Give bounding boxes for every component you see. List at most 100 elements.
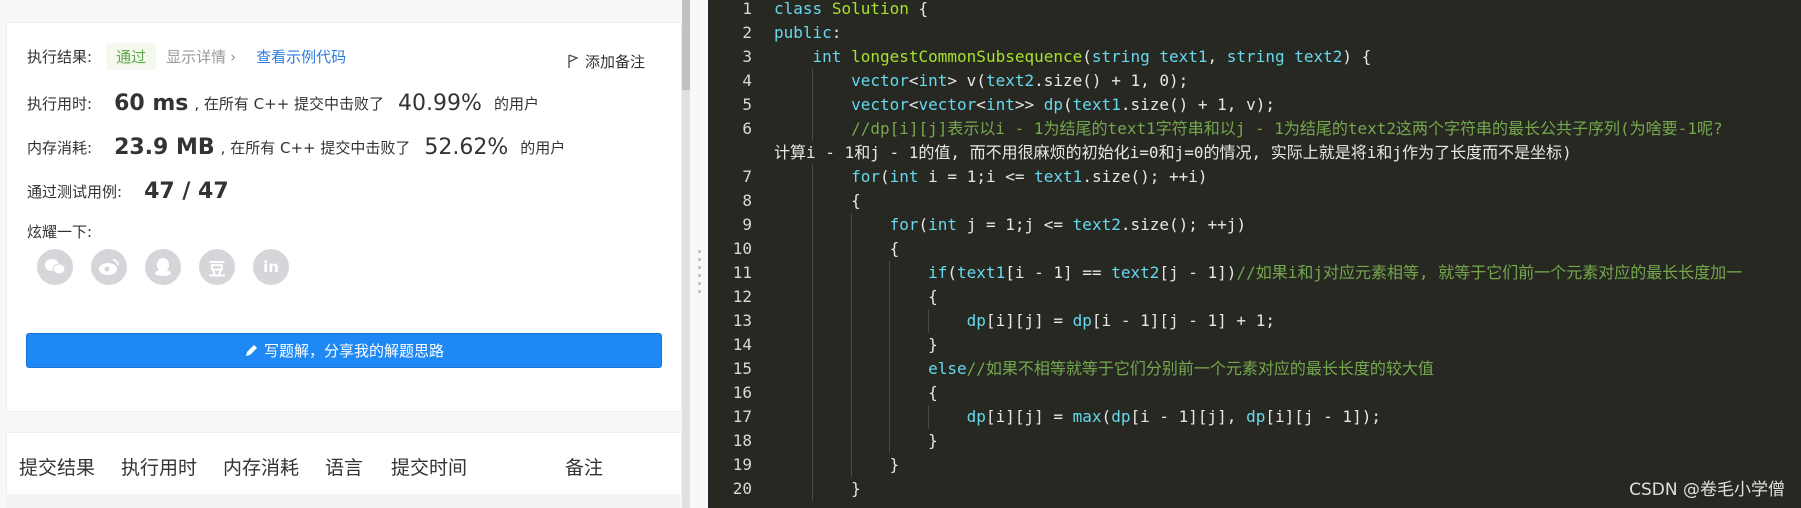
line-number: 2 bbox=[742, 23, 752, 42]
code-text[interactable]: for(int i = 1;i <= text1.size(); ++i) bbox=[774, 165, 1208, 189]
line-number: 8 bbox=[742, 191, 752, 210]
result-panel: 执行结果: 通过 显示详情 › 查看示例代码 添加备注 执行用时: 60 ms ,… bbox=[0, 0, 696, 508]
code-text[interactable]: { bbox=[774, 381, 938, 405]
code-line[interactable]: 计算i - 1和j - 1的值, 而不用很麻烦的初始化i=0和j=0的情况, 实… bbox=[708, 141, 1801, 165]
weibo-icon[interactable] bbox=[91, 249, 127, 285]
code-text[interactable]: dp[i][j] = max(dp[i - 1][j], dp[i][j - 1… bbox=[774, 405, 1381, 429]
runtime-suffix: 的用户 bbox=[493, 95, 539, 113]
col-header-runtime[interactable]: 执行用时 bbox=[121, 453, 197, 480]
splitter-grip-icon[interactable] bbox=[698, 250, 701, 293]
code-text[interactable]: //dp[i][j]表示以i - 1为结尾的text1字符串和以j - 1为结尾… bbox=[774, 117, 1723, 141]
code-line[interactable]: 5 vector<vector<int>> dp(text1.size() + … bbox=[708, 93, 1801, 117]
memory-value: 23.9 MB bbox=[114, 135, 215, 160]
left-scrollbar-thumb[interactable] bbox=[682, 0, 690, 90]
code-line[interactable]: 7 for(int i = 1;i <= text1.size(); ++i) bbox=[708, 165, 1801, 189]
line-number: 9 bbox=[742, 215, 752, 234]
line-number: 14 bbox=[732, 335, 752, 354]
code-editor[interactable]: 1 class Solution {2 public: 3 int longestCo… bbox=[708, 0, 1801, 508]
col-header-time[interactable]: 提交时间 bbox=[391, 453, 467, 480]
line-number: 7 bbox=[742, 167, 752, 186]
code-text[interactable]: { bbox=[774, 237, 900, 261]
code-text[interactable]: if(text1[i - 1] == text2[j - 1])//如果i和j对… bbox=[774, 261, 1742, 285]
code-text[interactable]: vector<vector<int>> dp(text1.size() + 1,… bbox=[774, 93, 1275, 117]
line-number: 11 bbox=[732, 263, 752, 282]
example-code-link[interactable]: 查看示例代码 bbox=[256, 46, 346, 67]
linkedin-icon[interactable]: in bbox=[253, 249, 289, 285]
code-text[interactable]: { bbox=[774, 285, 938, 309]
code-line[interactable]: 3 int longestCommonSubsequence(string te… bbox=[708, 45, 1801, 69]
write-solution-button[interactable]: 写题解，分享我的解题思路 bbox=[26, 333, 662, 368]
code-text[interactable]: } bbox=[774, 477, 861, 501]
runtime-mid-text: , 在所有 C++ 提交中击败了 bbox=[194, 95, 385, 113]
line-number: 5 bbox=[742, 95, 752, 114]
code-line[interactable]: 11 if(text1[i - 1] == text2[j - 1])//如果i… bbox=[708, 261, 1801, 285]
memory-label: 内存消耗: bbox=[27, 139, 93, 157]
line-number: 3 bbox=[742, 47, 752, 66]
code-line[interactable]: 4 vector<int> v(text2.size() + 1, 0); bbox=[708, 69, 1801, 93]
line-number: 12 bbox=[732, 287, 752, 306]
col-header-result[interactable]: 提交结果 bbox=[19, 453, 95, 480]
code-text[interactable]: } bbox=[774, 429, 938, 453]
memory-mid-text: , 在所有 C++ 提交中击败了 bbox=[220, 139, 411, 157]
code-line[interactable]: 15 else//如果不相等就等于它们分别前一个元素对应的最长长度的较大值 bbox=[708, 357, 1801, 381]
pencil-icon bbox=[245, 344, 257, 356]
share-label: 炫耀一下: bbox=[27, 223, 93, 241]
code-text[interactable]: dp[i][j] = dp[i - 1][j - 1] + 1; bbox=[774, 309, 1275, 333]
line-number: 19 bbox=[732, 455, 752, 474]
share-icons: 豆 in bbox=[37, 249, 289, 285]
testcase-row: 通过测试用例: 47 / 47 bbox=[27, 179, 229, 204]
line-number: 15 bbox=[732, 359, 752, 378]
col-header-memory[interactable]: 内存消耗 bbox=[223, 453, 299, 480]
code-line[interactable]: 10 { bbox=[708, 237, 1801, 261]
submission-table-header: 提交结果 执行用时 内存消耗 语言 提交时间 备注 bbox=[6, 432, 682, 496]
line-number: 13 bbox=[732, 311, 752, 330]
code-text[interactable]: { bbox=[774, 189, 861, 213]
code-line[interactable]: 8 { bbox=[708, 189, 1801, 213]
line-number: 17 bbox=[732, 407, 752, 426]
line-number: 6 bbox=[742, 119, 752, 138]
result-label: 执行结果: bbox=[27, 48, 93, 66]
code-text[interactable]: for(int j = 1;j <= text2.size(); ++j) bbox=[774, 213, 1247, 237]
show-detail-link[interactable]: 显示详情 › bbox=[166, 46, 236, 67]
code-line[interactable]: 1 class Solution { bbox=[708, 0, 1801, 21]
col-header-language[interactable]: 语言 bbox=[325, 453, 363, 480]
line-number: 20 bbox=[732, 479, 752, 498]
result-card: 执行结果: 通过 显示详情 › 查看示例代码 添加备注 执行用时: 60 ms ,… bbox=[6, 22, 682, 412]
code-line[interactable]: 14 } bbox=[708, 333, 1801, 357]
code-text[interactable]: vector<int> v(text2.size() + 1, 0); bbox=[774, 69, 1188, 93]
col-header-note[interactable]: 备注 bbox=[565, 453, 603, 480]
code-line[interactable]: 12 { bbox=[708, 285, 1801, 309]
code-text[interactable]: public: bbox=[774, 21, 841, 45]
code-text[interactable]: } bbox=[774, 453, 900, 477]
code-line[interactable]: 13 dp[i][j] = dp[i - 1][j - 1] + 1; bbox=[708, 309, 1801, 333]
code-line[interactable]: 17 dp[i][j] = max(dp[i - 1][j], dp[i][j … bbox=[708, 405, 1801, 429]
code-line[interactable]: 16 { bbox=[708, 381, 1801, 405]
code-line[interactable]: 18 } bbox=[708, 429, 1801, 453]
watermark: CSDN @卷毛小学僧 bbox=[1629, 480, 1785, 500]
code-line[interactable]: 2 public: bbox=[708, 21, 1801, 45]
chevron-right-icon: › bbox=[230, 48, 237, 66]
code-line[interactable]: 6 //dp[i][j]表示以i - 1为结尾的text1字符串和以j - 1为… bbox=[708, 117, 1801, 141]
code-text[interactable]: 计算i - 1和j - 1的值, 而不用很麻烦的初始化i=0和j=0的情况, 实… bbox=[774, 141, 1572, 165]
line-number: 1 bbox=[742, 0, 752, 18]
runtime-label: 执行用时: bbox=[27, 95, 93, 113]
code-text[interactable]: class Solution { bbox=[774, 0, 928, 21]
line-number: 16 bbox=[732, 383, 752, 402]
add-note-button[interactable]: 添加备注 bbox=[567, 51, 645, 72]
testcase-label: 通过测试用例: bbox=[27, 183, 123, 201]
status-badge: 通过 bbox=[106, 43, 157, 70]
code-text[interactable]: int longestCommonSubsequence(string text… bbox=[774, 45, 1372, 69]
code-text[interactable]: } bbox=[774, 333, 938, 357]
code-line[interactable]: 9 for(int j = 1;j <= text2.size(); ++j) bbox=[708, 213, 1801, 237]
code-line[interactable]: 19 } bbox=[708, 453, 1801, 477]
share-row: 炫耀一下: bbox=[27, 221, 92, 242]
result-row: 执行结果: 通过 显示详情 › 查看示例代码 bbox=[27, 43, 346, 70]
runtime-row: 执行用时: 60 ms , 在所有 C++ 提交中击败了 40.99% 的用户 bbox=[27, 91, 539, 116]
qq-icon[interactable] bbox=[145, 249, 181, 285]
code-text[interactable]: else//如果不相等就等于它们分别前一个元素对应的最长长度的较大值 bbox=[774, 357, 1434, 381]
runtime-value: 60 ms bbox=[114, 91, 189, 116]
runtime-percent: 40.99% bbox=[398, 91, 482, 116]
line-number: 10 bbox=[732, 239, 752, 258]
wechat-icon[interactable] bbox=[37, 249, 73, 285]
douban-icon[interactable]: 豆 bbox=[199, 249, 235, 285]
